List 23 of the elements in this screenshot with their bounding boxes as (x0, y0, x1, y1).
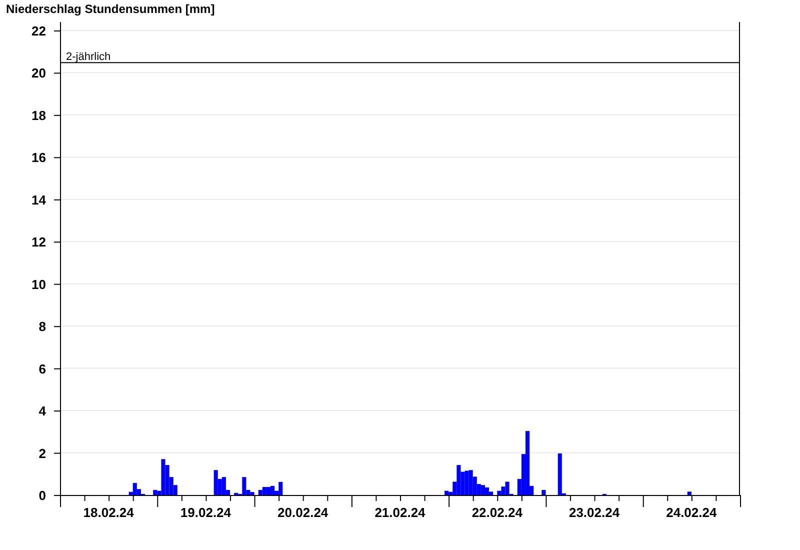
y-tick-label: 16 (32, 150, 46, 166)
y-tick-label: 20 (32, 66, 46, 81)
x-tick-label: 23.02.24 (568, 505, 620, 520)
threshold-label: 2-jährlich (66, 51, 111, 64)
y-tick-label: 6 (38, 361, 46, 376)
y-tick-label: 22 (32, 23, 46, 38)
y-tick-label: 2 (38, 446, 46, 461)
x-tick-label: 18.02.24 (83, 505, 134, 520)
y-tick-label: 12 (32, 234, 46, 250)
y-tick-label: 8 (38, 319, 46, 334)
x-tick-label: 21.02.24 (374, 505, 426, 520)
y-tick-label: 0 (38, 488, 46, 503)
x-tick-label: 22.02.24 (472, 505, 522, 520)
x-tick-label: 24.02.24 (666, 505, 717, 520)
x-tick-label: 19.02.24 (180, 505, 232, 520)
y-tick-label: 10 (32, 276, 46, 292)
bar (687, 492, 692, 495)
y-tick-label: 4 (38, 404, 46, 419)
x-tick-label: 20.02.24 (278, 505, 328, 520)
chart-title: Niederschlag Stundensummen [mm] (6, 2, 215, 16)
bar (542, 490, 546, 495)
y-tick-label: 14 (32, 192, 46, 208)
y-tick-label: 18 (32, 108, 46, 123)
